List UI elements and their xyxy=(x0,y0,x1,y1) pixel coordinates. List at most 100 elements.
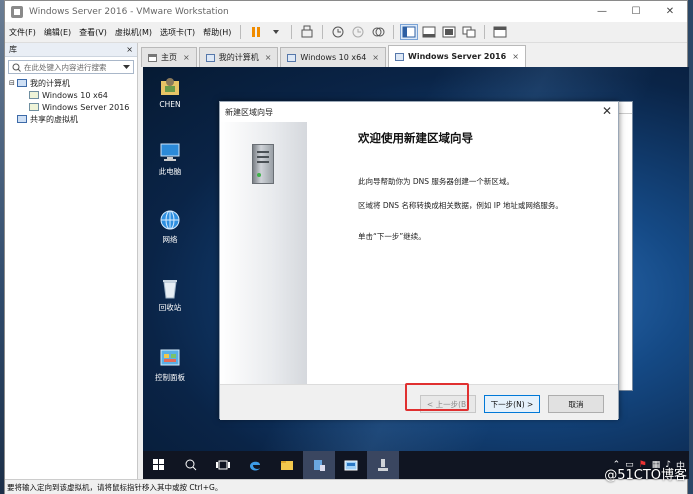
thumbnail-bar-icon[interactable] xyxy=(420,24,438,40)
guest-screen[interactable]: CHEN 此电脑 网络 回收站 控制面板 新建区域向导 ✕ 欢迎使用新建区域向导… xyxy=(143,67,689,479)
tab-close-button[interactable]: × xyxy=(265,53,272,62)
tab-label: Windows Server 2016 xyxy=(408,52,507,61)
tab-label: Windows 10 x64 xyxy=(300,53,367,62)
search-icon xyxy=(12,63,21,72)
tab-my-computer[interactable]: 我的计算机 × xyxy=(198,47,279,67)
library-view-icon[interactable] xyxy=(400,24,419,40)
tab-close-button[interactable]: × xyxy=(512,52,519,61)
tree-node-vm[interactable]: Windows Server 2016 xyxy=(9,101,137,113)
this-pc-icon xyxy=(159,141,181,163)
revert-snapshot-icon[interactable] xyxy=(349,24,367,40)
desktop-icon-recycle-bin[interactable]: 回收站 xyxy=(149,277,191,313)
library-header: 库 × xyxy=(5,43,137,57)
vm-icon xyxy=(29,91,39,99)
tree-node-my-computer[interactable]: ⊟ 我的计算机 xyxy=(9,77,137,89)
search-icon[interactable] xyxy=(175,451,207,479)
vmware-window: Windows Server 2016 - VMware Workstation… xyxy=(4,0,689,494)
window-title: Windows Server 2016 - VMware Workstation xyxy=(29,6,229,17)
start-windows-icon[interactable] xyxy=(143,451,175,479)
dialog-close-button[interactable]: ✕ xyxy=(602,104,612,118)
cancel-button[interactable]: 取消 xyxy=(548,395,604,413)
tab-close-button[interactable]: × xyxy=(183,53,190,62)
snapshot-icon[interactable] xyxy=(329,24,347,40)
vm-icon xyxy=(287,53,297,62)
wizard-side-banner xyxy=(220,122,307,384)
dns-manager-icon[interactable] xyxy=(335,451,367,479)
network-globe-icon xyxy=(159,209,181,231)
tab-close-button[interactable]: × xyxy=(372,53,379,62)
close-button[interactable]: ✕ xyxy=(653,1,687,22)
next-button[interactable]: 下一步(N) > xyxy=(484,395,540,413)
desktop-icon-label: 控制面板 xyxy=(155,373,185,382)
snapshot-manager-icon[interactable] xyxy=(369,24,387,40)
tree-node-label: 共享的虚拟机 xyxy=(30,114,78,124)
tree-node-vm[interactable]: Windows 10 x64 xyxy=(9,89,137,101)
menu-file[interactable]: 文件(F) xyxy=(5,27,40,38)
tab-label: 主页 xyxy=(161,53,177,62)
library-close-button[interactable]: × xyxy=(126,45,133,54)
next-button-highlight xyxy=(405,383,469,411)
recycle-bin-icon xyxy=(159,277,181,299)
edge-browser-icon[interactable] xyxy=(239,451,271,479)
task-view-icon[interactable] xyxy=(207,451,239,479)
tab-windows-server-2016[interactable]: Windows Server 2016 × xyxy=(388,45,526,67)
menu-edit[interactable]: 编辑(E) xyxy=(40,27,75,38)
library-panel: 库 × 在此处键入内容进行搜索 ⊟ 我的计算机 Windows 10 x64 W… xyxy=(5,43,138,479)
menu-tabs[interactable]: 选项卡(T) xyxy=(156,27,199,38)
unity-icon[interactable] xyxy=(460,24,478,40)
tab-windows-10[interactable]: Windows 10 x64 × xyxy=(280,47,386,67)
console-view-icon[interactable] xyxy=(491,24,509,40)
tab-strip: 主页 × 我的计算机 × Windows 10 x64 × Windows Se… xyxy=(141,45,528,67)
vm-tree: ⊟ 我的计算机 Windows 10 x64 Windows Server 20… xyxy=(5,77,137,125)
server-manager-icon[interactable] xyxy=(303,451,335,479)
toolbar-separator xyxy=(393,25,395,39)
tab-home[interactable]: 主页 × xyxy=(141,47,197,67)
server-icon xyxy=(252,144,274,184)
pause-icon[interactable] xyxy=(247,24,265,40)
desktop-icon-this-pc[interactable]: 此电脑 xyxy=(149,141,191,177)
desktop-icon-network[interactable]: 网络 xyxy=(149,209,191,245)
home-icon xyxy=(148,53,157,62)
desktop-icon-label: 回收站 xyxy=(158,303,182,312)
full-screen-icon[interactable] xyxy=(440,24,458,40)
new-zone-wizard-dialog: 新建区域向导 ✕ 欢迎使用新建区域向导 此向导帮助你为 DNS 服务器创建一个新… xyxy=(219,101,619,420)
file-explorer-icon[interactable] xyxy=(271,451,303,479)
computer-icon xyxy=(17,79,27,87)
desktop-icon-label: 网络 xyxy=(162,235,178,244)
user-folder-icon xyxy=(159,75,181,97)
status-text: 要将输入定向到该虚拟机，请将鼠标指针移入其中或按 Ctrl+G。 xyxy=(7,482,223,492)
tree-node-shared-vms[interactable]: 共享的虚拟机 xyxy=(9,113,137,125)
control-panel-icon xyxy=(159,347,181,369)
status-bar: 要将输入定向到该虚拟机，请将鼠标指针移入其中或按 Ctrl+G。 xyxy=(5,479,687,494)
computer-icon xyxy=(205,53,215,62)
tree-node-label: 我的计算机 xyxy=(30,78,70,88)
wizard-paragraph: 单击“下一步”继续。 xyxy=(358,232,426,241)
power-dropdown-chevron-icon[interactable] xyxy=(267,24,285,40)
tab-label: 我的计算机 xyxy=(218,53,259,62)
send-ctrl-alt-del-icon[interactable] xyxy=(298,24,316,40)
toolbar-separator xyxy=(322,25,324,39)
wizard-heading: 欢迎使用新建区域向导 xyxy=(358,131,473,145)
menu-vm[interactable]: 虚拟机(M) xyxy=(111,27,156,38)
library-search-input[interactable]: 在此处键入内容进行搜索 xyxy=(8,60,134,74)
menu-bar: 文件(F) 编辑(E) 查看(V) 虚拟机(M) 选项卡(T) 帮助(H) xyxy=(5,22,687,43)
toolbar-separator xyxy=(240,25,242,39)
vm-icon xyxy=(29,103,39,111)
tree-node-label: Windows Server 2016 xyxy=(42,102,130,112)
search-dropdown-chevron-icon[interactable] xyxy=(123,64,130,70)
minimize-button[interactable]: — xyxy=(585,1,619,22)
watermark-text: @51CTO博客 xyxy=(604,468,687,483)
desktop-icon-control-panel[interactable]: 控制面板 xyxy=(149,347,191,383)
tree-collapse-icon[interactable]: ⊟ xyxy=(9,79,17,87)
vmware-app-icon xyxy=(11,5,23,18)
wizard-taskbar-icon[interactable] xyxy=(367,451,399,479)
vm-icon xyxy=(395,52,404,61)
shared-vms-icon xyxy=(17,115,27,123)
maximize-button[interactable]: ☐ xyxy=(619,1,653,22)
desktop-icon-label: CHEN xyxy=(159,100,181,109)
desktop-icon-user[interactable]: CHEN xyxy=(149,75,191,109)
wizard-paragraph: 区域将 DNS 名称转换成相关数据，例如 IP 地址或网络服务。 xyxy=(358,201,563,210)
wizard-content: 欢迎使用新建区域向导 此向导帮助你为 DNS 服务器创建一个新区域。 区域将 D… xyxy=(358,130,608,255)
menu-help[interactable]: 帮助(H) xyxy=(199,27,235,38)
menu-view[interactable]: 查看(V) xyxy=(75,27,111,38)
